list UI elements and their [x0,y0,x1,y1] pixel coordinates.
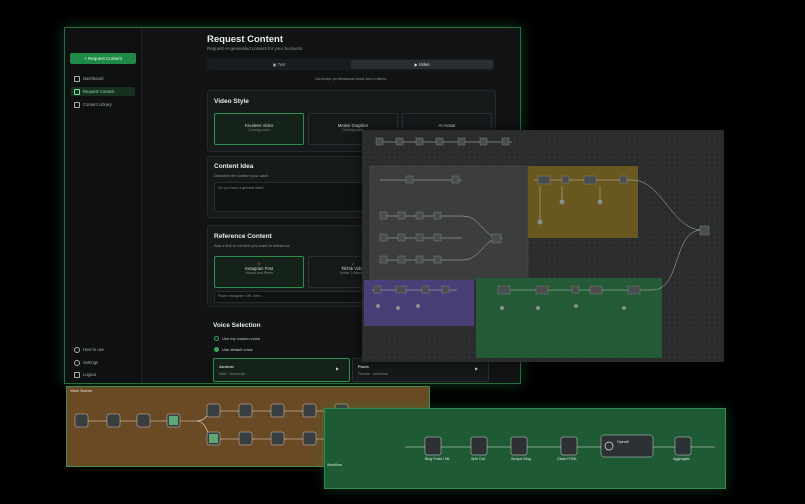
workflow-canvas-blog[interactable]: Workflow Blog Posts / ML Split Out Scrap… [324,408,726,489]
style-option-faceless[interactable]: Faceless Video Coming soon [214,113,304,145]
radio-label: Use my custom voice [222,336,261,341]
content-idea-heading: Content Idea [214,163,254,170]
logout-icon [74,371,80,378]
option-subtitle: Videos and Reels [244,271,274,275]
sidebar-item-label: Dashboard [83,76,104,81]
sidebar-item-label: Content Library [83,102,112,107]
sidebar-item-request-content[interactable]: Request Content [71,87,135,96]
radio-label: Use default voice [222,347,253,352]
gear-icon [74,359,80,366]
sidebar-item-label: Request Content [83,89,115,94]
help-icon [74,346,80,353]
voice-card-andrew[interactable]: Andrew Male · American ▶ [213,358,350,382]
node-label: Scrape Blog [511,457,531,461]
sidebar-item-label: Settings [83,360,99,365]
content-idea-description: Describe the content you want [214,173,268,178]
voice-meta: Male · American [219,372,245,376]
voice-meta: Female · American [358,372,389,376]
workflow-caption: Workflow [327,463,342,467]
request-content-button[interactable]: + Request Content [70,53,136,64]
play-icon[interactable]: ▶ [336,366,339,371]
workflow-graph [364,137,710,358]
page-title: Request Content [207,34,283,45]
reference-option-instagram[interactable]: ◎ Instagram Post Videos and Reels [214,256,304,288]
tab-text[interactable]: ▣ Text [208,60,350,69]
library-icon [74,101,80,108]
sidebar-item-label: Logout [83,372,96,377]
node-label: Aggregate [673,457,690,461]
tab-caption: Generate professional short-form videos [315,76,387,81]
sidebar-item-logout[interactable]: Logout [71,370,135,379]
workflow-graph [405,434,715,458]
content-type-tabs: ▣ Text ▶ Video [207,59,494,70]
sidebar-item-dashboard[interactable]: Dashboard [71,74,135,83]
reference-description: Add a link to content you want to refere… [214,243,290,248]
voice-name: Paola [358,364,369,369]
custom-voice-radio[interactable] [214,336,219,341]
reference-heading: Reference Content [214,233,272,240]
voice-name: Andrew [219,364,234,369]
sidebar-item-settings[interactable]: Settings [71,358,135,367]
tab-video[interactable]: ▶ Video [351,60,493,69]
sidebar-item-label: How to use [83,347,104,352]
sidebar-item-content-library[interactable]: Content Library [71,100,135,109]
tab-label: Text [277,62,286,67]
sidebar: + Request Content Dashboard Request Cont… [65,28,142,383]
tab-label: Video [418,62,430,67]
default-voice-radio[interactable] [214,347,219,352]
video-icon [74,88,80,95]
dashboard-icon [74,75,80,82]
node-label: Blog Posts / ML [425,457,451,461]
node-label: Split Out [471,457,485,461]
option-title: AI Avatar [438,123,456,128]
workflow-canvas-main[interactable] [362,130,724,362]
node-label: Clean HTML [557,457,578,461]
sidebar-item-how-to-use[interactable]: How to use [71,345,135,354]
video-style-heading: Video Style [214,98,249,105]
node-label: OpenAI [617,440,630,444]
option-subtitle: Coming soon [248,128,270,132]
play-icon[interactable]: ▶ [475,366,478,371]
voice-heading: Voice Selection [213,322,261,329]
page-subtitle: Request AI-generated content for your bu… [207,46,304,51]
